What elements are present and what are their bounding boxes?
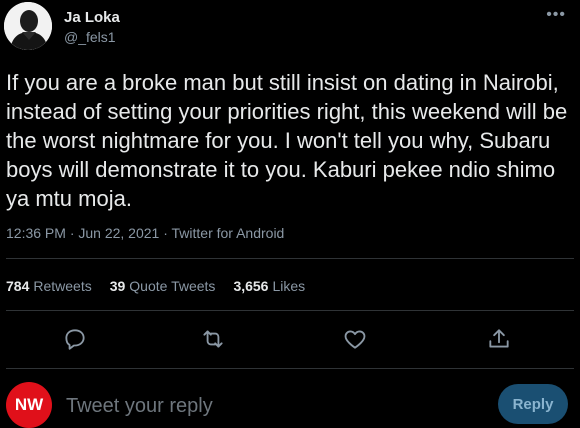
reply-composer: NW Reply	[0, 382, 580, 428]
quote-tweets-stat[interactable]: 39 Quote Tweets	[110, 278, 216, 294]
retweets-count: 784	[6, 278, 30, 294]
divider	[6, 258, 574, 259]
tweet-header: Ja Loka @_fels1 •••	[0, 0, 580, 56]
divider	[6, 368, 574, 369]
tweet-stats: 784 Retweets 39 Quote Tweets 3,656 Likes	[6, 278, 305, 294]
user-avatar-logo[interactable]: NW	[6, 382, 52, 428]
author-handle[interactable]: @_fels1	[64, 29, 116, 45]
tweet-actions	[0, 322, 580, 356]
likes-count: 3,656	[233, 278, 269, 294]
quotes-count: 39	[109, 278, 126, 294]
more-options-icon[interactable]: •••	[546, 6, 566, 24]
tweet-detail: Ja Loka @_fels1 ••• If you are a broke m…	[0, 0, 580, 428]
quotes-label: Quote Tweets	[129, 278, 216, 294]
reply-icon[interactable]	[62, 326, 88, 352]
reply-button[interactable]: Reply	[498, 384, 568, 424]
tweet-text: If you are a broke man but still insist …	[6, 70, 568, 211]
reply-input[interactable]	[66, 392, 466, 420]
share-icon[interactable]	[486, 326, 512, 352]
author-avatar[interactable]	[4, 2, 52, 50]
likes-label: Likes	[272, 278, 306, 294]
likes-stat[interactable]: 3,656 Likes	[233, 278, 305, 294]
retweet-icon[interactable]	[200, 326, 226, 352]
author-avatar-image	[4, 2, 52, 50]
author-name[interactable]: Ja Loka	[64, 9, 120, 26]
divider	[6, 310, 574, 311]
heart-icon[interactable]	[342, 326, 368, 352]
retweets-stat[interactable]: 784 Retweets	[6, 278, 92, 294]
retweets-label: Retweets	[33, 278, 92, 294]
tweet-timestamp[interactable]: 12:36 PM · Jun 22, 2021 · Twitter for An…	[6, 225, 284, 241]
